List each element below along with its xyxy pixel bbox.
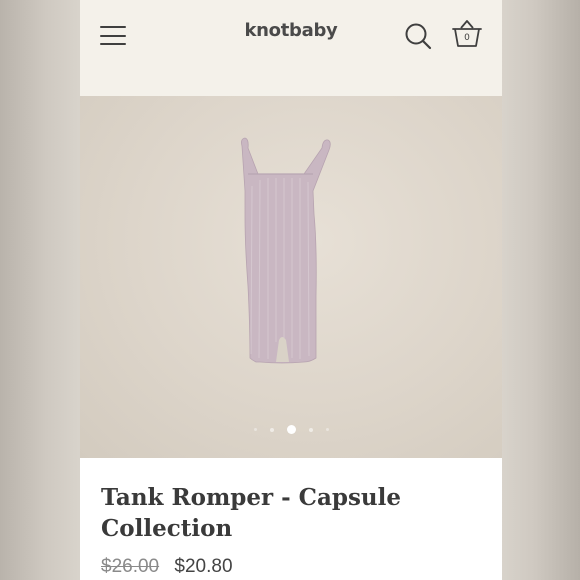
carousel-dot-5[interactable]: [325, 428, 329, 431]
sale-price: $20.80: [174, 556, 233, 577]
phone-screen: knotbaby 0 Tank Romper - Capsule Collect…: [80, 0, 502, 580]
carousel-dot-2[interactable]: [269, 427, 274, 432]
menu-line: [100, 43, 126, 46]
product-image-carousel[interactable]: [80, 96, 502, 458]
store-logo[interactable]: knotbaby: [80, 20, 502, 41]
cart-button[interactable]: 0: [451, 18, 483, 50]
site-header: knotbaby 0: [80, 0, 502, 96]
search-icon[interactable]: [404, 22, 432, 50]
cart-count-badge: 0: [464, 33, 470, 43]
price-block: $26.00 $20.80: [101, 556, 233, 578]
carousel-dot-3-active[interactable]: [286, 425, 296, 434]
carousel-dot-4[interactable]: [308, 427, 313, 432]
carousel-dots: [80, 425, 502, 434]
original-price: $26.00: [101, 556, 160, 577]
product-title: Tank Romper - Capsule Collection: [101, 484, 401, 542]
product-info: Tank Romper - Capsule Collection $26.00 …: [80, 458, 502, 580]
romper-photo: [241, 137, 331, 364]
carousel-dot-1[interactable]: [253, 428, 257, 431]
